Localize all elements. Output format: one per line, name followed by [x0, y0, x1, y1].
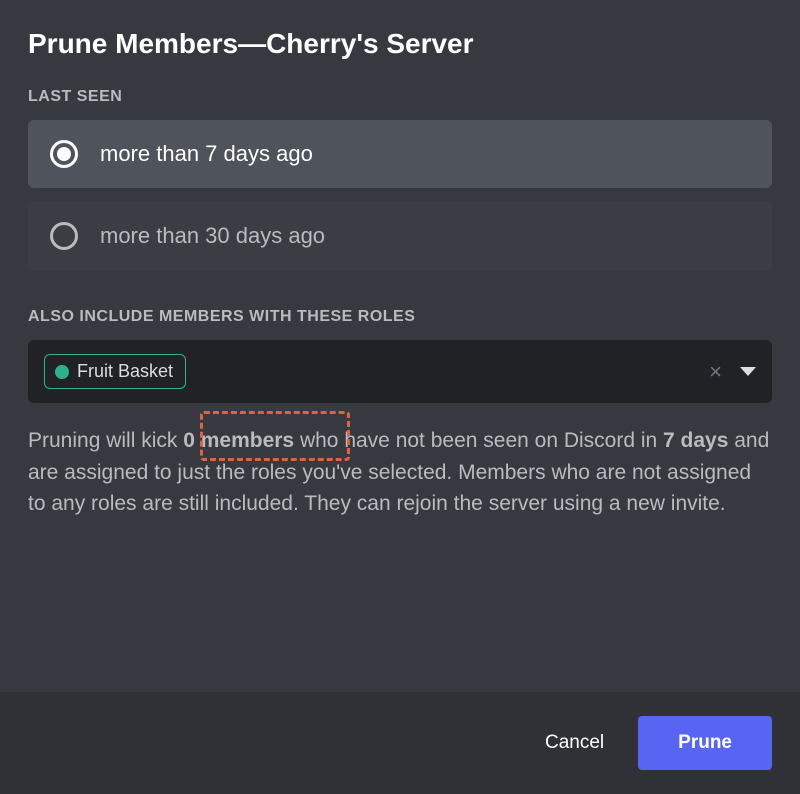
desc-days: 7 days: [663, 429, 728, 452]
radio-option-30-days[interactable]: more than 30 days ago: [28, 202, 772, 270]
clear-roles-icon[interactable]: ×: [709, 359, 722, 385]
prune-members-modal: Prune Members—Cherry's Server LAST SEEN …: [0, 0, 800, 794]
modal-content: Prune Members—Cherry's Server LAST SEEN …: [0, 0, 800, 692]
chevron-down-icon[interactable]: [740, 367, 756, 376]
role-name: Fruit Basket: [77, 361, 173, 382]
radio-option-7-days[interactable]: more than 7 days ago: [28, 120, 772, 188]
modal-footer: Cancel Prune: [0, 692, 800, 794]
last-seen-label: LAST SEEN: [28, 88, 772, 106]
modal-title: Prune Members—Cherry's Server: [28, 28, 772, 60]
radio-selected-icon: [50, 140, 78, 168]
roles-label: ALSO INCLUDE MEMBERS WITH THESE ROLES: [28, 308, 772, 326]
role-chip-fruit-basket[interactable]: Fruit Basket: [44, 354, 186, 389]
radio-label-7-days: more than 7 days ago: [100, 141, 313, 167]
desc-mid: who have not been seen on Discord in: [294, 429, 663, 452]
prune-button[interactable]: Prune: [638, 716, 772, 770]
role-select[interactable]: Fruit Basket ×: [28, 340, 772, 403]
prune-description: Pruning will kick 0 members who have not…: [28, 425, 772, 520]
desc-member-count: 0 members: [183, 429, 294, 452]
role-color-dot-icon: [55, 365, 69, 379]
radio-unselected-icon: [50, 222, 78, 250]
desc-prefix: Pruning will kick: [28, 429, 183, 452]
cancel-button[interactable]: Cancel: [519, 718, 630, 768]
radio-label-30-days: more than 30 days ago: [100, 223, 325, 249]
radio-dot-icon: [57, 147, 71, 161]
